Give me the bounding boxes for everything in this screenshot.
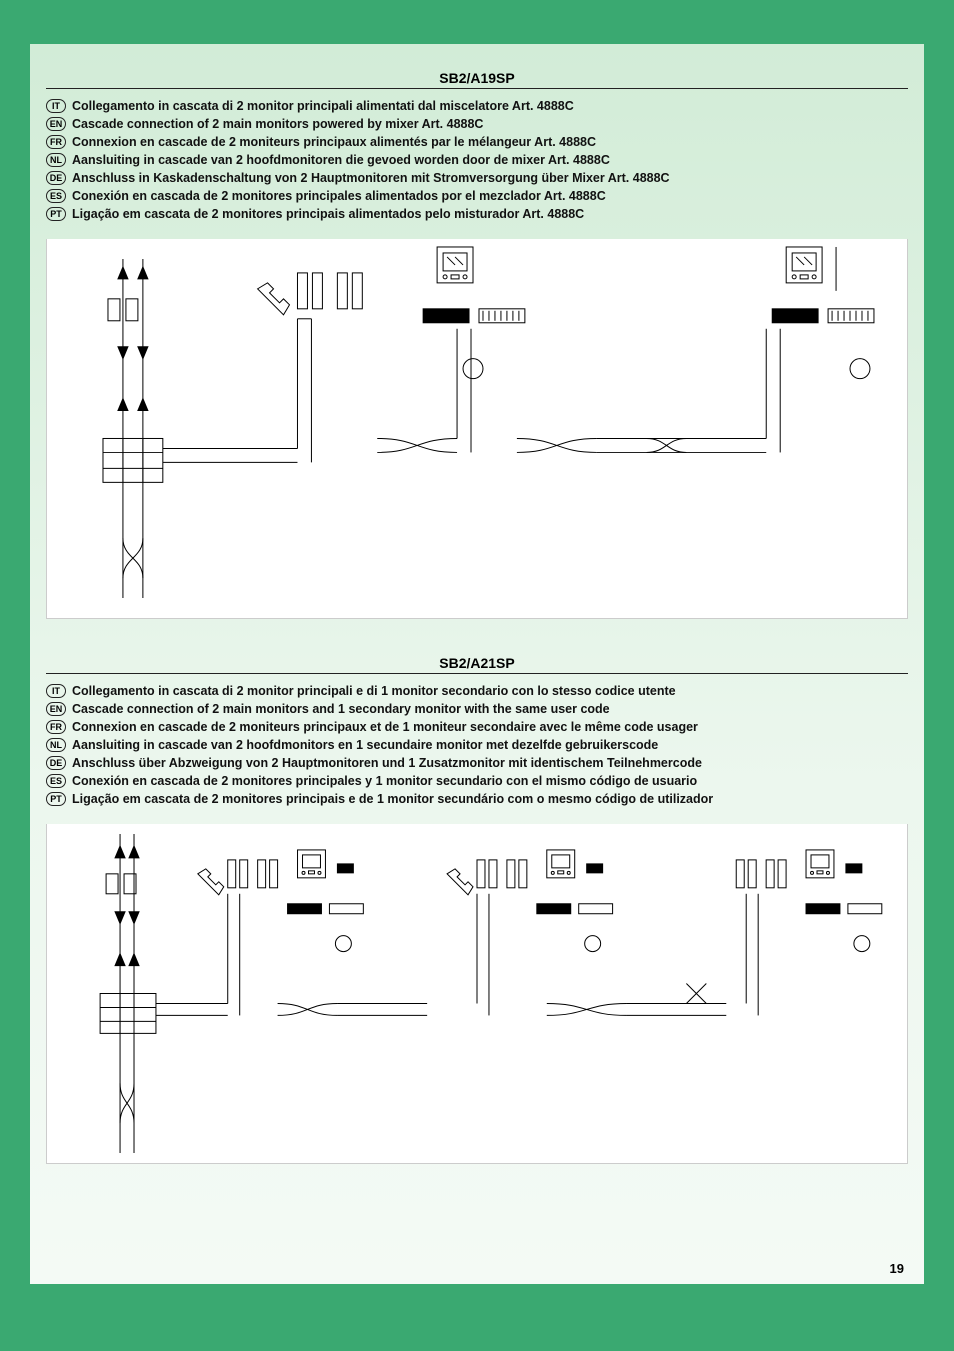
lang-line-de: DE Anschluss über Abzweigung von 2 Haupt… bbox=[46, 756, 908, 770]
lang-line-it: IT Collegamento in cascata di 2 monitor … bbox=[46, 99, 908, 113]
lang-badge: EN bbox=[46, 117, 66, 131]
lang-badge: IT bbox=[46, 99, 66, 113]
lang-badge: IT bbox=[46, 684, 66, 698]
lang-line-pt: PT Ligação em cascata de 2 monitores pri… bbox=[46, 207, 908, 221]
lang-line-pt: PT Ligação em cascata de 2 monitores pri… bbox=[46, 792, 908, 806]
lang-text: Cascade connection of 2 main monitors po… bbox=[72, 117, 483, 131]
lang-line-it: IT Collegamento in cascata di 2 monitor … bbox=[46, 684, 908, 698]
lang-text: Connexion en cascade de 2 moniteurs prin… bbox=[72, 135, 596, 149]
lang-line-de: DE Anschluss in Kaskadenschaltung von 2 … bbox=[46, 171, 908, 185]
lang-badge: DE bbox=[46, 756, 66, 770]
section-title-2: SB2/A21SP bbox=[46, 655, 908, 674]
lang-line-nl: NL Aansluiting in cascade van 2 hoofdmon… bbox=[46, 738, 908, 752]
lang-line-en: EN Cascade connection of 2 main monitors… bbox=[46, 117, 908, 131]
lang-badge: ES bbox=[46, 774, 66, 788]
lang-badge: NL bbox=[46, 738, 66, 752]
lang-text: Ligação em cascata de 2 monitores princi… bbox=[72, 792, 713, 806]
lang-text: Ligação em cascata de 2 monitores princi… bbox=[72, 207, 584, 221]
lang-text: Cascade connection of 2 main monitors an… bbox=[72, 702, 610, 716]
wiring-diagram-1 bbox=[46, 239, 908, 619]
lang-badge: DE bbox=[46, 171, 66, 185]
page-number: 19 bbox=[890, 1261, 904, 1276]
document-page: SB2/A19SP IT Collegamento in cascata di … bbox=[30, 44, 924, 1284]
wiring-schematic-icon bbox=[47, 824, 907, 1163]
wiring-schematic-icon bbox=[47, 239, 907, 618]
lang-text: Aansluiting in cascade van 2 hoofdmonito… bbox=[72, 738, 658, 752]
lang-text: Conexión en cascada de 2 monitores princ… bbox=[72, 189, 606, 203]
lang-badge: FR bbox=[46, 135, 66, 149]
lang-badge: PT bbox=[46, 207, 66, 221]
lang-line-fr: FR Connexion en cascade de 2 moniteurs p… bbox=[46, 135, 908, 149]
lang-badge: EN bbox=[46, 702, 66, 716]
lang-text: Aansluiting in cascade van 2 hoofdmonito… bbox=[72, 153, 610, 167]
lang-badge: ES bbox=[46, 189, 66, 203]
lang-badge: PT bbox=[46, 792, 66, 806]
lang-text: Collegamento in cascata di 2 monitor pri… bbox=[72, 99, 574, 113]
lang-text: Anschluss über Abzweigung von 2 Hauptmon… bbox=[72, 756, 702, 770]
lang-badge: FR bbox=[46, 720, 66, 734]
lang-badge: NL bbox=[46, 153, 66, 167]
lang-text: Anschluss in Kaskadenschaltung von 2 Hau… bbox=[72, 171, 670, 185]
lang-line-fr: FR Connexion en cascade de 2 moniteurs p… bbox=[46, 720, 908, 734]
section-title-1: SB2/A19SP bbox=[46, 70, 908, 89]
lang-line-es: ES Conexión en cascada de 2 monitores pr… bbox=[46, 774, 908, 788]
lang-line-es: ES Conexión en cascada de 2 monitores pr… bbox=[46, 189, 908, 203]
lang-line-en: EN Cascade connection of 2 main monitors… bbox=[46, 702, 908, 716]
lang-text: Connexion en cascade de 2 moniteurs prin… bbox=[72, 720, 698, 734]
lang-block-1: IT Collegamento in cascata di 2 monitor … bbox=[46, 99, 908, 221]
wiring-diagram-2 bbox=[46, 824, 908, 1164]
lang-text: Collegamento in cascata di 2 monitor pri… bbox=[72, 684, 676, 698]
lang-text: Conexión en cascada de 2 monitores princ… bbox=[72, 774, 697, 788]
lang-line-nl: NL Aansluiting in cascade van 2 hoofdmon… bbox=[46, 153, 908, 167]
lang-block-2: IT Collegamento in cascata di 2 monitor … bbox=[46, 684, 908, 806]
